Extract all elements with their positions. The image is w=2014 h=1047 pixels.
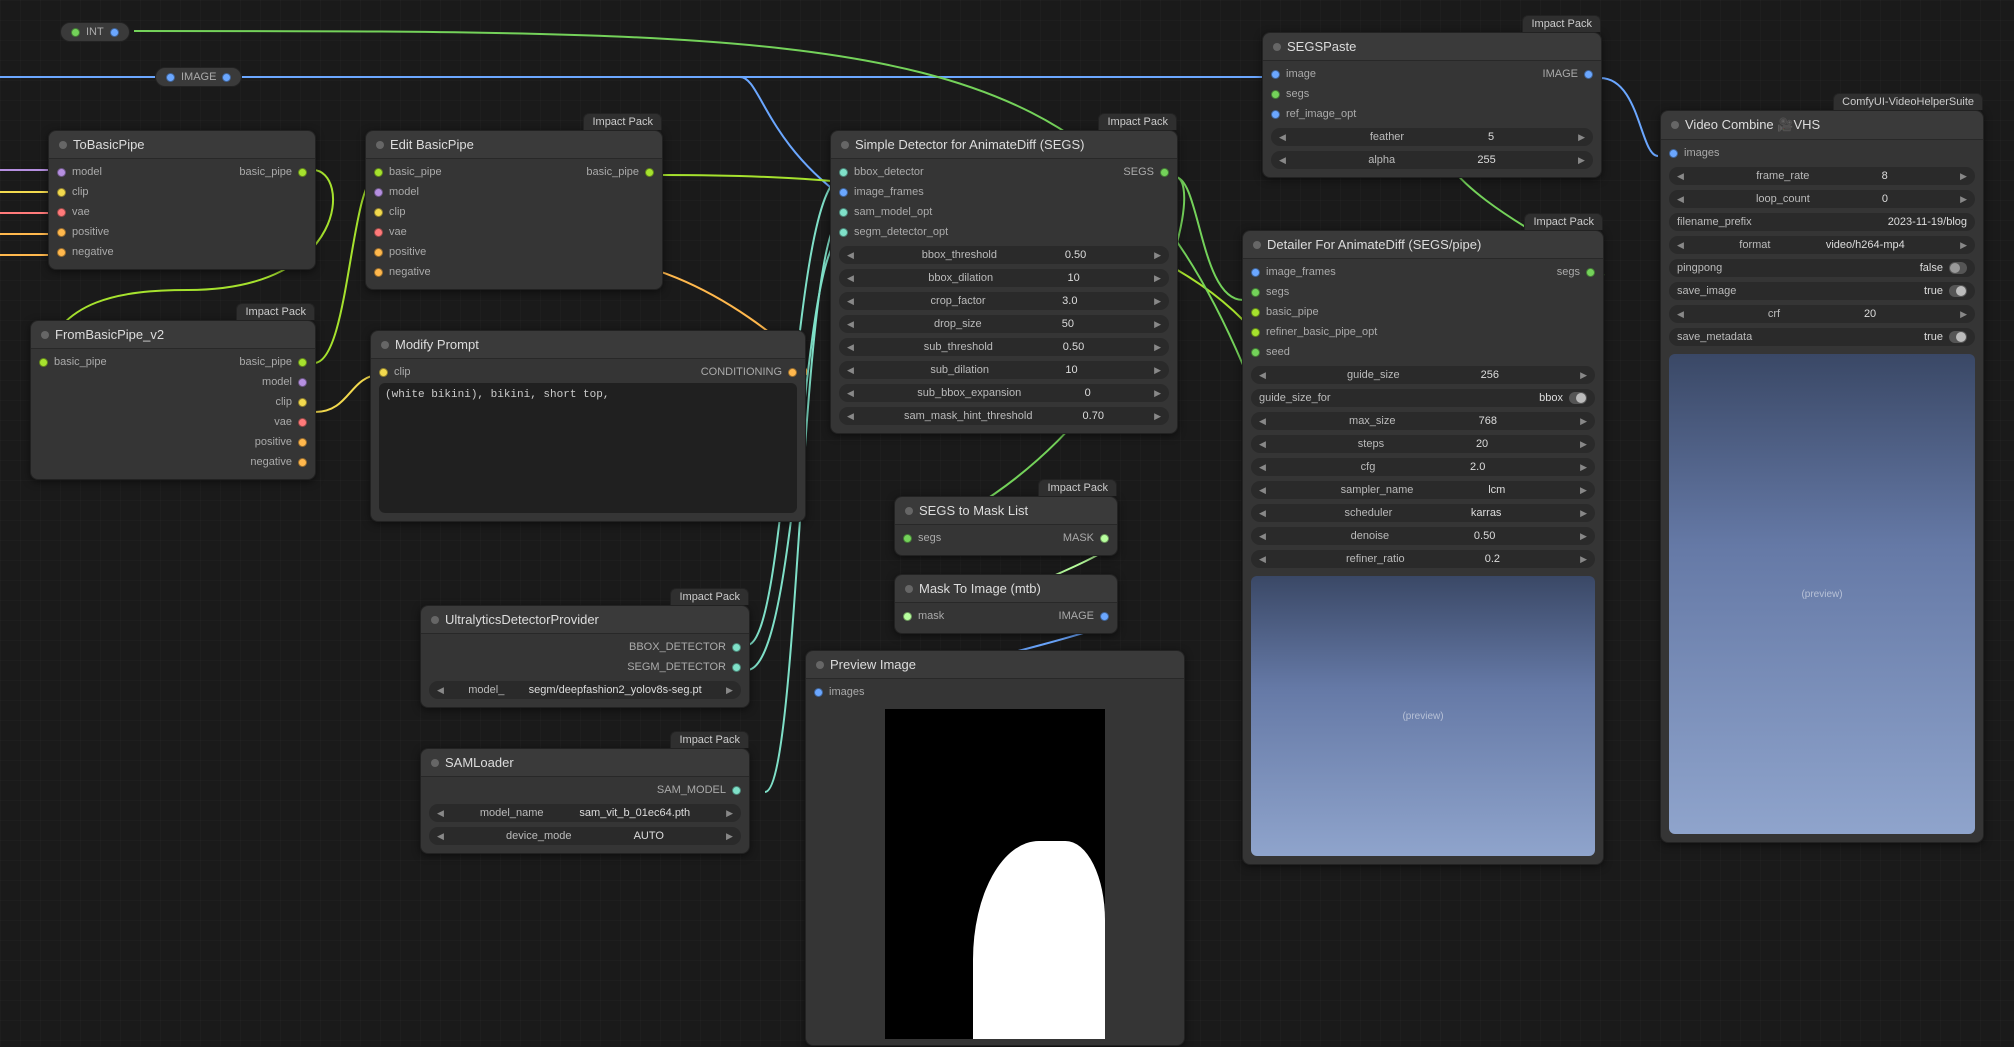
widget-sampler_name[interactable]: ◀sampler_namelcm▶ bbox=[1251, 481, 1595, 499]
node-preview[interactable]: Preview Image images bbox=[805, 650, 1185, 1046]
node-samloader[interactable]: Impact Pack SAMLoader SAM_MODEL ◀model_n… bbox=[420, 748, 750, 854]
widget-pingpong[interactable]: pingpongfalse bbox=[1669, 259, 1975, 277]
badge-impact: Impact Pack bbox=[1038, 479, 1117, 496]
node-segs2mask[interactable]: Impact Pack SEGS to Mask List segs MASK bbox=[894, 496, 1118, 556]
node-detector[interactable]: Impact Pack Simple Detector for AnimateD… bbox=[830, 130, 1178, 434]
badge-impact: Impact Pack bbox=[1524, 213, 1603, 230]
node-video-combine[interactable]: ComfyUI-VideoHelperSuite Video Combine 🎥… bbox=[1660, 110, 1984, 843]
widget-steps[interactable]: ◀steps20▶ bbox=[1251, 435, 1595, 453]
widget-denoise[interactable]: ◀denoise0.50▶ bbox=[1251, 527, 1595, 545]
widget-loop_count[interactable]: ◀loop_count0▶ bbox=[1669, 190, 1975, 208]
badge-impact: Impact Pack bbox=[1522, 15, 1601, 32]
video-preview-image: (preview) bbox=[1669, 354, 1975, 834]
widget-filename_prefix[interactable]: filename_prefix2023-11-19/blog bbox=[1669, 213, 1975, 231]
widget-save_image[interactable]: save_imagetrue bbox=[1669, 282, 1975, 300]
prompt-text[interactable]: (white bikini), bikini, short top, bbox=[379, 383, 797, 513]
node-frombasicpipe[interactable]: Impact Pack FromBasicPipe_v2 basic_pipe … bbox=[30, 320, 316, 480]
widget-scheduler[interactable]: ◀schedulerkarras▶ bbox=[1251, 504, 1595, 522]
widget-sam-0[interactable]: ◀model_namesam_vit_b_01ec64.pth▶ bbox=[429, 804, 741, 822]
title: SEGSPaste bbox=[1287, 39, 1356, 54]
widget-drop_size[interactable]: ◀drop_size50▶ bbox=[839, 315, 1169, 333]
image-relay[interactable]: IMAGE bbox=[155, 67, 242, 87]
node-segspaste[interactable]: Impact Pack SEGSPaste image IMAGE segs r… bbox=[1262, 32, 1602, 178]
badge-impact: Impact Pack bbox=[670, 731, 749, 748]
widget-guide_size_for[interactable]: guide_size_forbbox bbox=[1251, 389, 1595, 407]
widget-segspaste-0[interactable]: ◀feather5▶ bbox=[1271, 128, 1593, 146]
title: Mask To Image (mtb) bbox=[919, 581, 1041, 596]
node-tobasicpipe[interactable]: ToBasicPipe model basic_pipe clip vae po… bbox=[48, 130, 316, 270]
node-mask2image[interactable]: Mask To Image (mtb) mask IMAGE bbox=[894, 574, 1118, 634]
title: Modify Prompt bbox=[395, 337, 479, 352]
widget-guide_size[interactable]: ◀guide_size256▶ bbox=[1251, 366, 1595, 384]
title: SEGS to Mask List bbox=[919, 503, 1028, 518]
image-relay-label: IMAGE bbox=[181, 71, 216, 83]
widget-sub_threshold[interactable]: ◀sub_threshold0.50▶ bbox=[839, 338, 1169, 356]
title: FromBasicPipe_v2 bbox=[55, 327, 164, 342]
title: SAMLoader bbox=[445, 755, 514, 770]
title: Simple Detector for AnimateDiff (SEGS) bbox=[855, 137, 1085, 152]
widget-sub_dilation[interactable]: ◀sub_dilation10▶ bbox=[839, 361, 1169, 379]
int-node-pill[interactable]: INT bbox=[60, 22, 130, 42]
widget-bbox_threshold[interactable]: ◀bbox_threshold0.50▶ bbox=[839, 246, 1169, 264]
badge-vhs: ComfyUI-VideoHelperSuite bbox=[1833, 93, 1983, 110]
title: Preview Image bbox=[830, 657, 916, 672]
node-modifyprompt[interactable]: Modify Prompt clip CONDITIONING (white b… bbox=[370, 330, 806, 522]
badge-impact: Impact Pack bbox=[236, 303, 315, 320]
badge-impact: Impact Pack bbox=[1098, 113, 1177, 130]
widget-crop_factor[interactable]: ◀crop_factor3.0▶ bbox=[839, 292, 1169, 310]
title: Video Combine 🎥VHS bbox=[1685, 117, 1820, 133]
title: UltralyticsDetectorProvider bbox=[445, 612, 599, 627]
widget-frame_rate[interactable]: ◀frame_rate8▶ bbox=[1669, 167, 1975, 185]
int-label: INT bbox=[86, 26, 104, 38]
widget-segspaste-1[interactable]: ◀alpha255▶ bbox=[1271, 151, 1593, 169]
widget-save_metadata[interactable]: save_metadatatrue bbox=[1669, 328, 1975, 346]
node-detailer[interactable]: Impact Pack Detailer For AnimateDiff (SE… bbox=[1242, 230, 1604, 865]
widget-crf[interactable]: ◀crf20▶ bbox=[1669, 305, 1975, 323]
title: ToBasicPipe bbox=[73, 137, 145, 152]
widget-cfg[interactable]: ◀cfg2.0▶ bbox=[1251, 458, 1595, 476]
node-ultra[interactable]: Impact Pack UltralyticsDetectorProvider … bbox=[420, 605, 750, 708]
widget-refiner_ratio[interactable]: ◀refiner_ratio0.2▶ bbox=[1251, 550, 1595, 568]
widget-sam_mask_hint_threshold[interactable]: ◀sam_mask_hint_threshold0.70▶ bbox=[839, 407, 1169, 425]
detailer-preview-image: (preview) bbox=[1251, 576, 1595, 856]
badge-impact: Impact Pack bbox=[670, 588, 749, 605]
widget-ultra-model[interactable]: ◀model_segm/deepfashion2_yolov8s-seg.pt▶ bbox=[429, 681, 741, 699]
widget-sam-1[interactable]: ◀device_modeAUTO▶ bbox=[429, 827, 741, 845]
widget-sub_bbox_expansion[interactable]: ◀sub_bbox_expansion0▶ bbox=[839, 384, 1169, 402]
widget-bbox_dilation[interactable]: ◀bbox_dilation10▶ bbox=[839, 269, 1169, 287]
badge-impact: Impact Pack bbox=[583, 113, 662, 130]
title: Detailer For AnimateDiff (SEGS/pipe) bbox=[1267, 237, 1481, 252]
title: Edit BasicPipe bbox=[390, 137, 474, 152]
widget-max_size[interactable]: ◀max_size768▶ bbox=[1251, 412, 1595, 430]
widget-format[interactable]: ◀formatvideo/h264-mp4▶ bbox=[1669, 236, 1975, 254]
node-editbasicpipe[interactable]: Impact Pack Edit BasicPipe basic_pipe ba… bbox=[365, 130, 663, 290]
